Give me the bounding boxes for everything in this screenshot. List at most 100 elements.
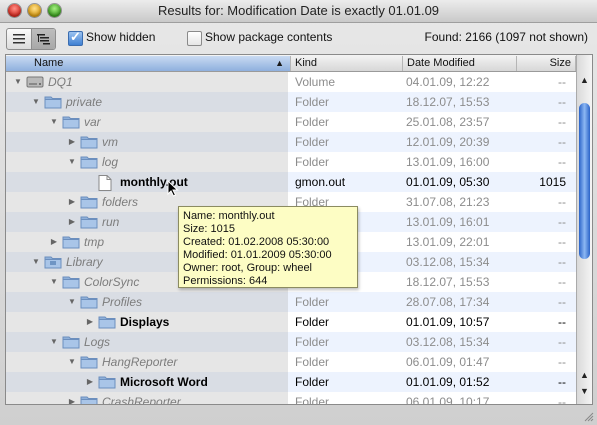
disclosure-expanded-icon[interactable]: ▼ <box>48 272 60 292</box>
row-size: -- <box>558 315 566 329</box>
column-header-date-modified[interactable]: Date Modified <box>403 56 517 71</box>
table-row[interactable]: ▶ vm Folder 12.01.09, 20:39 -- <box>6 132 576 152</box>
folder-icon <box>80 355 98 369</box>
folder-icon <box>62 235 80 249</box>
vertical-scrollbar[interactable]: ▲ ▲ ▼ <box>576 55 592 404</box>
name-cell: ▼ HangReporter <box>6 352 288 372</box>
row-name: HangReporter <box>102 355 178 369</box>
name-cell: ▶ Microsoft Word <box>6 372 288 392</box>
scroll-up-arrow-icon-lower[interactable]: ▲ <box>580 370 589 380</box>
row-size: -- <box>558 195 566 209</box>
disclosure-expanded-icon[interactable]: ▼ <box>48 332 60 352</box>
row-kind: Folder <box>295 115 330 129</box>
resize-grip-icon[interactable] <box>582 410 594 422</box>
folder-icon <box>62 115 80 129</box>
list-view-button[interactable] <box>7 29 31 49</box>
disclosure-collapsed-icon[interactable]: ▶ <box>66 132 78 152</box>
row-size: -- <box>558 335 566 349</box>
name-cell: ▶ Displays <box>6 312 288 332</box>
disclosure-expanded-icon[interactable]: ▼ <box>12 72 24 92</box>
table-row[interactable]: ▶ CrashReporter Folder 06.01.09, 10:17 -- <box>6 392 576 404</box>
row-kind: Folder <box>295 315 330 329</box>
row-date-modified: 25.01.08, 23:57 <box>406 115 490 129</box>
disclosure-collapsed-icon[interactable]: ▶ <box>84 312 96 332</box>
table-header: Name ▲ Kind Date Modified Size <box>6 55 576 72</box>
table-row[interactable]: monthly.out gmon.out 01.01.09, 05:30 1015 <box>6 172 576 192</box>
row-date-modified: 04.01.09, 12:22 <box>406 75 490 89</box>
disclosure-expanded-icon[interactable]: ▼ <box>30 92 42 112</box>
table-row[interactable]: ▶ Displays Folder 01.01.09, 10:57 -- <box>6 312 576 332</box>
table-row[interactable]: ▼ Profiles Folder 28.07.08, 17:34 -- <box>6 292 576 312</box>
scroll-up-arrow-icon[interactable]: ▲ <box>580 75 589 85</box>
show-hidden-checkbox[interactable] <box>68 29 83 46</box>
row-kind: gmon.out <box>295 175 346 189</box>
table-row[interactable]: ▶ Microsoft Word Folder 01.01.09, 01:52 -- <box>6 372 576 392</box>
row-size: -- <box>558 95 566 109</box>
disclosure-collapsed-icon[interactable]: ▶ <box>66 392 78 404</box>
folder-icon <box>80 135 98 149</box>
folder-icon <box>80 155 98 169</box>
folder-icon <box>80 295 98 309</box>
row-date-modified: 18.12.07, 15:53 <box>406 275 490 289</box>
row-size: -- <box>558 355 566 369</box>
row-date-modified: 06.01.09, 10:17 <box>406 395 490 404</box>
name-cell: ▶ vm <box>6 132 288 152</box>
row-name: private <box>66 95 103 109</box>
disclosure-collapsed-icon[interactable]: ▶ <box>84 372 96 392</box>
toolbar: Show hidden Show package contents Found:… <box>0 23 597 53</box>
row-name: run <box>102 215 120 229</box>
column-header-size[interactable]: Size <box>517 56 576 71</box>
row-size: -- <box>558 275 566 289</box>
column-header-kind[interactable]: Kind <box>291 56 403 71</box>
row-name: vm <box>102 135 118 149</box>
column-header-name[interactable]: Name ▲ <box>6 56 291 71</box>
disclosure-expanded-icon[interactable]: ▼ <box>66 152 78 172</box>
row-kind: Folder <box>295 395 330 404</box>
disclosure-expanded-icon[interactable]: ▼ <box>66 292 78 312</box>
mouse-pointer-icon <box>167 180 179 197</box>
disclosure-collapsed-icon[interactable]: ▶ <box>48 232 60 252</box>
row-date-modified: 01.01.09, 01:52 <box>406 375 490 389</box>
disclosure-expanded-icon[interactable]: ▼ <box>48 112 60 132</box>
name-cell: ▼ log <box>6 152 288 172</box>
name-cell: ▼ var <box>6 112 288 132</box>
table-row[interactable]: ▼ private Folder 18.12.07, 15:53 -- <box>6 92 576 112</box>
row-name: Displays <box>120 315 170 329</box>
row-name: CrashReporter <box>102 395 181 404</box>
row-name: DQ1 <box>48 75 73 89</box>
show-package-contents-checkbox[interactable] <box>187 31 202 46</box>
row-size: -- <box>558 295 566 309</box>
disclosure-expanded-icon[interactable]: ▼ <box>66 352 78 372</box>
name-cell: ▼ Profiles <box>6 292 288 312</box>
table-row[interactable]: ▼ Logs Folder 03.12.08, 15:34 -- <box>6 332 576 352</box>
folder-icon <box>44 95 62 109</box>
found-count: Found: 2166 (1097 not shown) <box>424 30 588 44</box>
row-name: tmp <box>84 235 105 249</box>
outline-view-button[interactable] <box>30 29 55 49</box>
table-row[interactable]: ▼ HangReporter Folder 06.01.09, 01:47 -- <box>6 352 576 372</box>
name-cell: ▶ CrashReporter <box>6 392 288 404</box>
disclosure-expanded-icon[interactable]: ▼ <box>30 252 42 272</box>
table-row[interactable]: ▼ var Folder 25.01.08, 23:57 -- <box>6 112 576 132</box>
tooltip-owner: Owner: root, Group: wheel <box>183 262 313 274</box>
name-cell: monthly.out <box>6 172 288 192</box>
scrollbar-thumb[interactable] <box>579 103 590 259</box>
row-date-modified: 31.07.08, 21:23 <box>406 195 490 209</box>
row-kind: Folder <box>295 355 330 369</box>
folder-icon <box>98 375 116 389</box>
disclosure-collapsed-icon[interactable]: ▶ <box>66 192 78 212</box>
tooltip-permissions: Permissions: 644 <box>183 275 268 287</box>
row-name: Library <box>66 255 103 269</box>
table-row[interactable]: ▼ DQ1 Volume 04.01.09, 12:22 -- <box>6 72 576 92</box>
row-kind: Volume <box>295 75 336 89</box>
scroll-down-arrow-icon[interactable]: ▼ <box>580 386 589 396</box>
row-kind: Folder <box>295 95 330 109</box>
document-icon <box>98 175 116 191</box>
folder-icon <box>80 215 98 229</box>
table-row[interactable]: ▼ log Folder 13.01.09, 16:00 -- <box>6 152 576 172</box>
folder-icon <box>62 275 80 289</box>
row-name: folders <box>102 195 139 209</box>
library-folder-icon <box>44 255 62 269</box>
row-size: -- <box>558 75 566 89</box>
disclosure-collapsed-icon[interactable]: ▶ <box>66 212 78 232</box>
